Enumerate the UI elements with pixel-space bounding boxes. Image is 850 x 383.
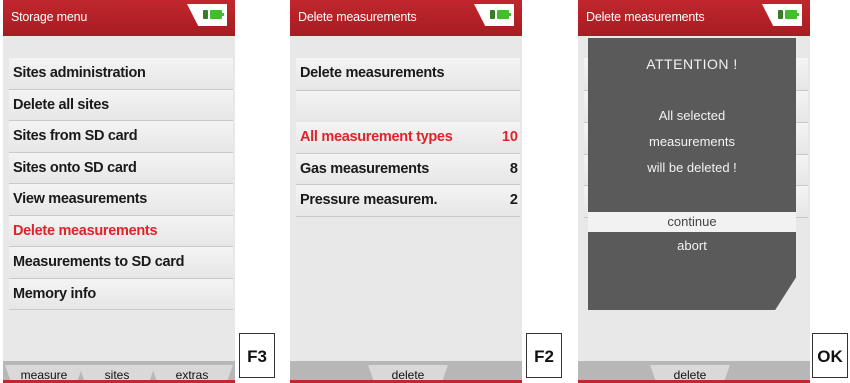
storage-menu-list: Sites administration Delete all sites Si… (9, 58, 233, 310)
confirmation-dialog: ATTENTION ! All selected measurements wi… (588, 38, 796, 310)
option-label: All measurement types (300, 129, 453, 145)
menu-item-delete-measurements[interactable]: Delete measurements (9, 215, 233, 247)
option-count: 2 (509, 192, 518, 208)
battery-icon (210, 10, 224, 19)
power-plug-icon (778, 10, 783, 19)
option-label: Pressure measurem. (300, 192, 438, 208)
title-bar: Delete measurements (290, 0, 522, 36)
key-ok[interactable]: OK (812, 333, 848, 378)
screen-title: Storage menu (11, 10, 88, 24)
battery-icon (785, 10, 799, 19)
dialog-message-line-2: measurements (649, 134, 735, 149)
softkey-bar: delete (290, 361, 522, 383)
menu-item-sites-onto-sd[interactable]: Sites onto SD card (9, 152, 233, 184)
storage-menu-screen: Storage menu Sites administration Delete… (3, 0, 235, 383)
battery-icon (497, 10, 511, 19)
continue-option[interactable]: continue (588, 212, 796, 232)
dialog-heading: ATTENTION ! (646, 56, 738, 72)
screen-title: Delete measurements (586, 10, 705, 24)
section-header: Delete measurements (296, 58, 520, 91)
page-fold-corner (774, 276, 796, 310)
menu-item-measurements-to-sd[interactable]: Measurements to SD card (9, 247, 233, 279)
menu-item-sites-from-sd[interactable]: Sites from SD card (9, 121, 233, 153)
option-gas-measurements[interactable]: Gas measurements 8 (296, 153, 520, 185)
option-count: 8 (509, 160, 518, 177)
menu-item-label: View measurements (13, 191, 148, 207)
option-count: 10 (501, 129, 518, 145)
softkey-bar: delete (578, 361, 810, 383)
menu-item-label: Sites administration (13, 65, 146, 81)
menu-item-label: Sites onto SD card (13, 159, 137, 176)
measurement-type-list: All measurement types 10 Gas measurement… (296, 122, 520, 217)
menu-item-label: Delete measurements (13, 222, 158, 239)
option-label: Gas measurements (300, 160, 429, 177)
key-f3[interactable]: F3 (239, 333, 275, 378)
power-plug-icon (203, 10, 208, 19)
dialog-message-line-3: will be deleted ! (647, 160, 737, 175)
status-indicator (474, 4, 514, 26)
section-header-label: Delete measurements (300, 65, 445, 81)
menu-item-view-measurements[interactable]: View measurements (9, 184, 233, 216)
title-bar: Storage menu (3, 0, 235, 36)
option-pressure-measurements[interactable]: Pressure measurem. 2 (296, 185, 520, 217)
softkey-bar: measure sites extras (3, 361, 235, 383)
power-plug-icon (490, 10, 495, 19)
option-all-measurement-types[interactable]: All measurement types 10 (296, 122, 520, 154)
delete-measurements-screen: Delete measurements Delete measurements … (290, 0, 522, 383)
menu-item-label: Memory info (13, 285, 96, 302)
status-indicator (187, 4, 227, 26)
spacer-row (296, 91, 520, 123)
menu-item-memory-info[interactable]: Memory info (9, 278, 233, 310)
menu-item-label: Measurements to SD card (13, 254, 185, 270)
status-indicator (762, 4, 802, 26)
abort-option[interactable]: abort (588, 236, 796, 256)
menu-item-label: Delete all sites (13, 96, 109, 113)
title-bar: Delete measurements (578, 0, 810, 36)
delete-header-block: Delete measurements (296, 58, 520, 123)
key-f2[interactable]: F2 (526, 333, 562, 378)
delete-confirm-screen: Delete measurements ATTENTION ! All sele… (578, 0, 810, 383)
menu-item-sites-administration[interactable]: Sites administration (9, 58, 233, 90)
dialog-message-line-1: All selected (658, 108, 726, 123)
menu-item-delete-all-sites[interactable]: Delete all sites (9, 89, 233, 121)
menu-item-label: Sites from SD card (13, 128, 138, 144)
screen-title: Delete measurements (298, 10, 417, 24)
